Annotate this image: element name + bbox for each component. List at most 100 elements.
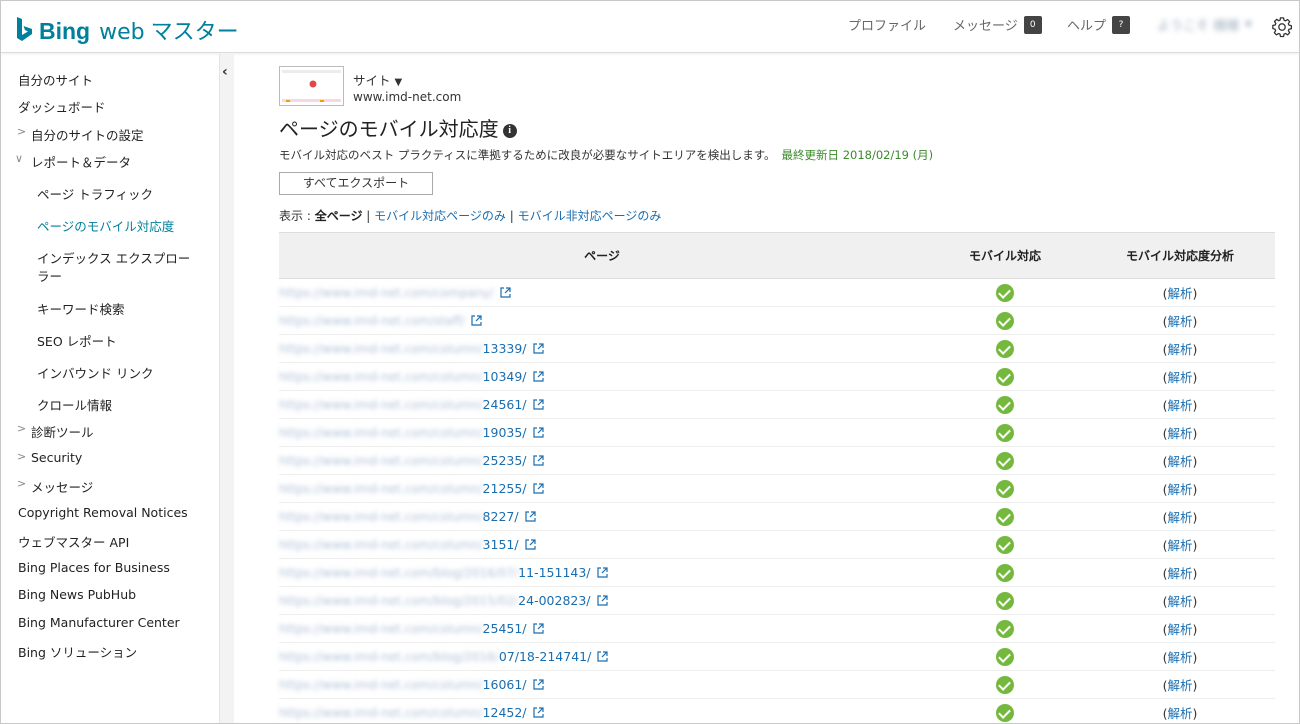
sidebar-collapse-button[interactable]: ‹ [220, 54, 234, 723]
external-link-icon[interactable] [500, 286, 511, 301]
page-url-cell: https://www.imd-net.com/column/16061/ [279, 670, 925, 699]
analysis-cell: (解析) [1085, 614, 1275, 643]
sidebar-item-diagnostics[interactable]: > 診断ツール [17, 422, 94, 441]
sidebar-item-my-sites[interactable]: 自分のサイト [18, 70, 93, 89]
sidebar-item-manufacturer[interactable]: Bing Manufacturer Center [18, 615, 180, 630]
sidebar-item-crawl-info[interactable]: クロール情報 [37, 395, 112, 414]
bing-logo-icon [17, 17, 32, 41]
sidebar-item-bing-places[interactable]: Bing Places for Business [18, 560, 170, 575]
sidebar-item-mobile-friendliness[interactable]: ページのモバイル対応度 [37, 216, 174, 235]
analyze-link[interactable]: 解析 [1167, 650, 1192, 665]
external-link-icon[interactable] [596, 594, 608, 609]
external-link-icon[interactable] [532, 454, 544, 469]
external-link-icon[interactable] [532, 426, 544, 441]
external-link-icon[interactable] [596, 566, 608, 581]
external-link-icon[interactable] [524, 510, 536, 525]
sidebar-item-inbound-links[interactable]: インバウンド リンク [37, 363, 153, 382]
table-row: https://www.imd-net.com/column/24561/ (解析… [279, 390, 1275, 419]
analyze-link[interactable]: 解析 [1167, 482, 1192, 497]
sidebar-item-messages[interactable]: > メッセージ [17, 477, 93, 496]
description-text: モバイル対応のベスト プラクティスに準拠するために改良が必要なサイトエリアを検出… [279, 148, 776, 162]
page-url-link[interactable]: https://www.imd-net.com/column/19035/ [279, 425, 527, 440]
sidebar-item-site-settings[interactable]: > 自分のサイトの設定 [17, 125, 144, 144]
filter-nonmobile-only[interactable]: モバイル非対応ページのみ [518, 209, 662, 223]
page-url-link[interactable]: https://www.imd-net.com/column/3151/ [279, 537, 519, 552]
page-url-link[interactable]: https://www.imd-net.com/column/21255/ [279, 481, 527, 496]
external-link-icon[interactable] [532, 398, 544, 413]
sidebar-item-pubhub[interactable]: Bing News PubHub [18, 587, 136, 602]
page-url-link[interactable]: https://www.imd-net.com/column/24561/ [279, 397, 527, 412]
page-url-link[interactable]: https://www.imd-net.com/staff/ [279, 313, 465, 328]
sidebar-item-index-explorer[interactable]: インデックス エクスプロー [37, 248, 190, 267]
analyze-link[interactable]: 解析 [1167, 342, 1192, 357]
table-header-row: ページ モバイル対応 モバイル対応度分析 [279, 232, 1275, 279]
column-header-mobile[interactable]: モバイル対応 [925, 232, 1085, 279]
sidebar-item-dashboard[interactable]: ダッシュボード [18, 97, 106, 116]
external-link-icon[interactable] [524, 538, 536, 553]
page-url-link[interactable]: https://www.imd-net.com/column/16061/ [279, 677, 527, 692]
mobile-status-cell [925, 558, 1085, 587]
analyze-link[interactable]: 解析 [1167, 454, 1192, 469]
analyze-link[interactable]: 解析 [1167, 314, 1192, 329]
analyze-link[interactable]: 解析 [1167, 370, 1192, 385]
sidebar-item-reports-data[interactable]: ∨ レポート＆データ [15, 152, 131, 171]
analyze-link[interactable]: 解析 [1167, 622, 1192, 637]
page-url-link[interactable]: https://www.imd-net.com/column/8227/ [279, 509, 519, 524]
analyze-link[interactable]: 解析 [1167, 678, 1192, 693]
profile-link[interactable]: プロファイル [848, 15, 926, 34]
sidebar-item-keyword-search[interactable]: キーワード検索 [37, 299, 125, 318]
sidebar-item-security[interactable]: > Security [17, 450, 82, 465]
page-url-link[interactable]: https://www.imd-net.com/column/25451/ [279, 621, 527, 636]
analysis-cell: (解析) [1085, 670, 1275, 699]
sidebar-item-solutions[interactable]: Bing ソリューション [18, 642, 137, 661]
url-masked: https://www.imd-net.com/staff/ [279, 313, 465, 328]
external-link-icon[interactable] [532, 678, 544, 693]
column-header-page[interactable]: ページ [279, 232, 925, 279]
external-link-icon[interactable] [532, 622, 544, 637]
gear-icon[interactable] [1271, 16, 1293, 38]
external-link-icon[interactable] [532, 706, 544, 721]
user-menu[interactable]: ようこそ 様様 ▾ [1157, 15, 1252, 34]
page-url-link[interactable]: https://www.imd-net.com/column/13339/ [279, 341, 527, 356]
sidebar-item-label: キーワード検索 [37, 302, 125, 317]
export-all-button[interactable]: すべてエクスポート [279, 172, 433, 195]
sidebar-item-index-explorer-cont[interactable]: ラー [37, 266, 62, 285]
external-link-icon[interactable] [532, 342, 544, 357]
page-url-link[interactable]: https://www.imd-net.com/blog/2016/07/11-… [279, 565, 591, 580]
sidebar-item-webmaster-api[interactable]: ウェブマスター API [18, 532, 129, 551]
page-url-link[interactable]: https://www.imd-net.com/blog/2016/07/18-… [279, 649, 591, 664]
external-link-icon[interactable] [597, 650, 608, 665]
page-url-cell: https://www.imd-net.com/column/13339/ [279, 334, 925, 363]
bing-webmaster-logo[interactable]: Bing web マスター [15, 13, 239, 46]
url-masked: https://www.imd-net.com/blog/2015/02/ [279, 593, 519, 608]
column-header-analysis[interactable]: モバイル対応度分析 [1085, 232, 1275, 279]
analyze-link[interactable]: 解析 [1167, 594, 1192, 609]
url-masked: https://www.imd-net.com/column/ [279, 453, 483, 468]
sidebar-item-seo-report[interactable]: SEO レポート [37, 331, 117, 350]
analyze-link[interactable]: 解析 [1167, 398, 1192, 413]
mobile-status-cell [925, 642, 1085, 671]
filter-mobile-only[interactable]: モバイル対応ページのみ [374, 209, 506, 223]
analyze-link[interactable]: 解析 [1167, 426, 1192, 441]
filter-all[interactable]: 全ページ [315, 209, 363, 223]
page-url-link[interactable]: https://www.imd-net.com/column/12452/ [279, 705, 527, 720]
help-link[interactable]: ヘルプ ? [1067, 15, 1131, 34]
external-link-icon[interactable] [532, 482, 544, 497]
analyze-link[interactable]: 解析 [1167, 538, 1192, 553]
external-link-icon[interactable] [532, 370, 544, 385]
analyze-link[interactable]: 解析 [1167, 566, 1192, 581]
page-url-link[interactable]: https://www.imd-net.com/column/10349/ [279, 369, 527, 384]
site-selector[interactable]: サイト ▼ [353, 70, 402, 89]
analyze-link[interactable]: 解析 [1167, 510, 1192, 525]
sidebar-item-page-traffic[interactable]: ページ トラフィック [37, 184, 153, 203]
site-label: サイト [353, 73, 391, 88]
analyze-link[interactable]: 解析 [1167, 706, 1192, 721]
info-icon[interactable]: i [502, 123, 517, 138]
sidebar-item-copyright[interactable]: Copyright Removal Notices [18, 505, 188, 520]
page-url-link[interactable]: https://www.imd-net.com/company/ [279, 285, 494, 300]
external-link-icon[interactable] [471, 314, 482, 329]
page-url-link[interactable]: https://www.imd-net.com/column/25235/ [279, 453, 527, 468]
analyze-link[interactable]: 解析 [1167, 286, 1192, 301]
page-url-link[interactable]: https://www.imd-net.com/blog/2015/02/24-… [279, 593, 591, 608]
messages-link[interactable]: メッセージ 0 [953, 15, 1042, 34]
